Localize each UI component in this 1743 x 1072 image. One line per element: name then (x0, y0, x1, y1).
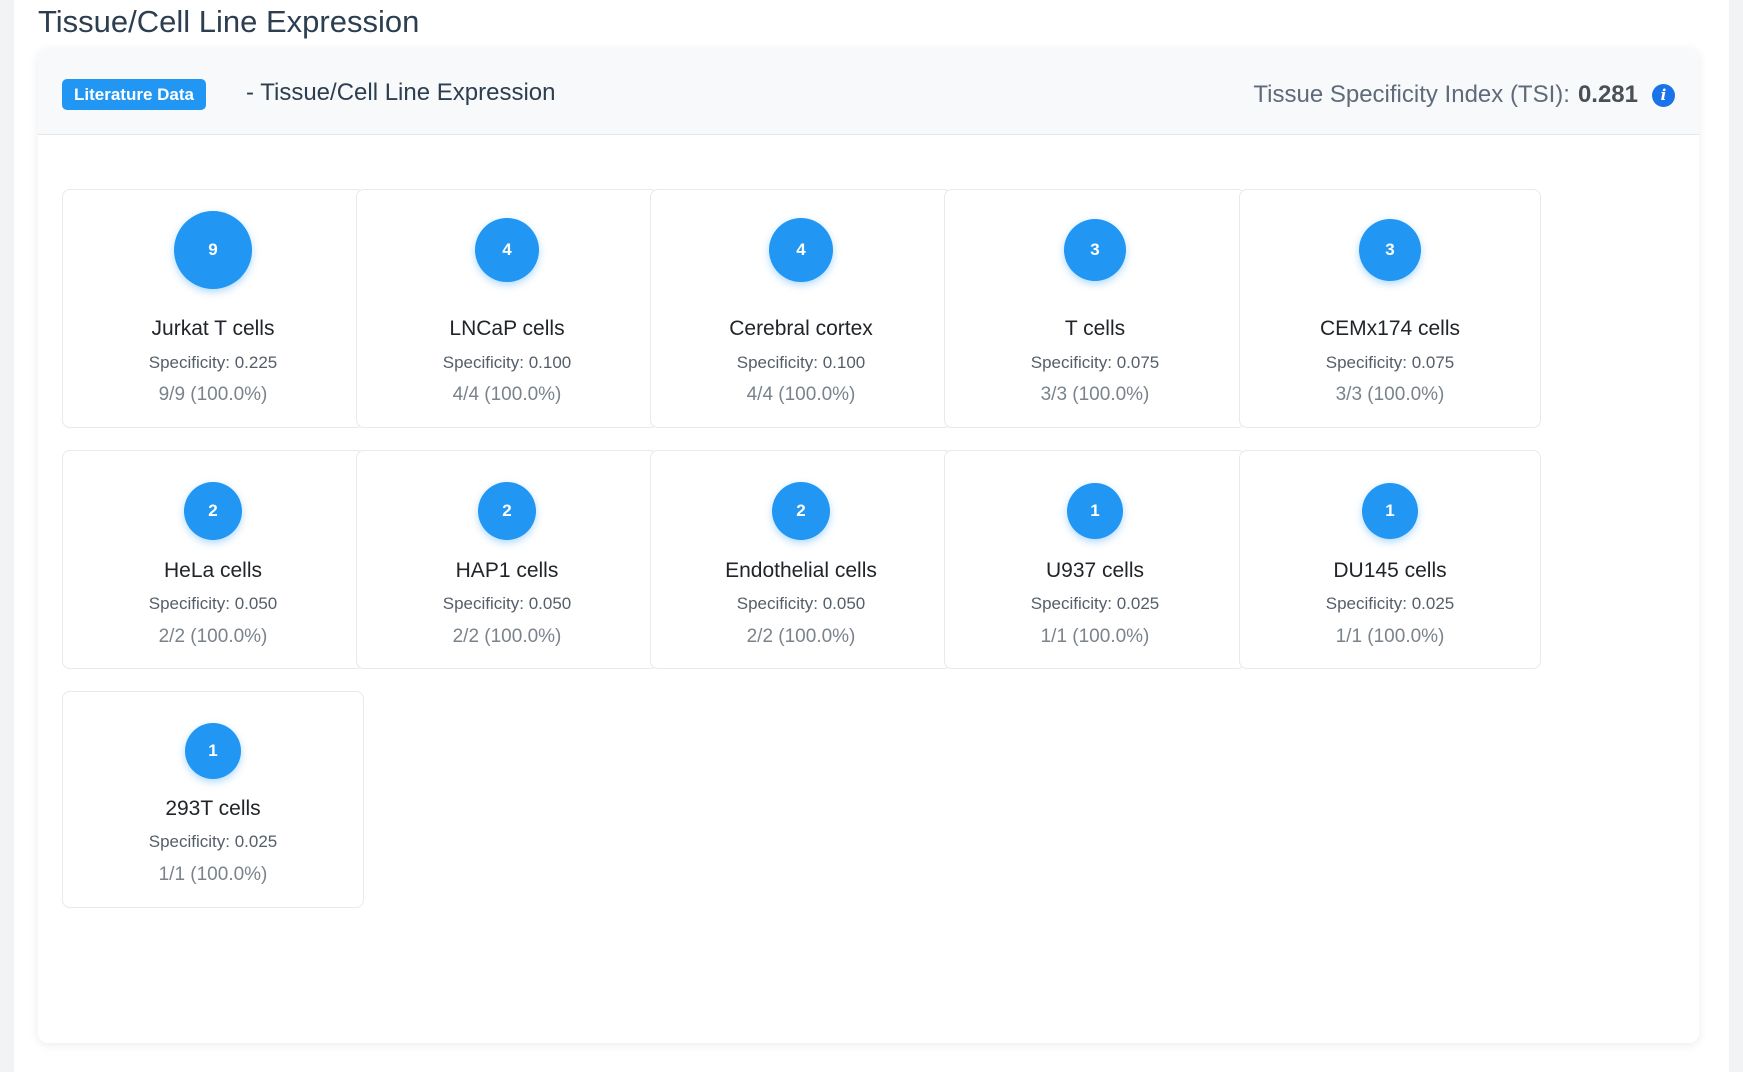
tissue-tile: 2 HeLa cells Specificity: 0.050 2/2 (100.0%… (62, 450, 364, 669)
specificity-value: Specificity: 0.025 (1325, 594, 1455, 613)
tsi-summary: Tissue Specificity Index (TSI): 0.281 i (1253, 77, 1675, 113)
tissue-tile: 4 LNCaP cells Specificity: 0.100 4/4 (100.0… (356, 189, 658, 428)
count-circle: 1 (1362, 483, 1418, 539)
count-ratio: 3/3 (100.0%) (1335, 384, 1445, 405)
tissue-tile: 3 CEMx174 cells Specificity: 0.075 3/3 (100… (1239, 189, 1541, 428)
card-header: Literature Data - Tissue/Cell Line Expre… (38, 48, 1699, 135)
page: Tissue/Cell Line Expression Literature D… (14, 0, 1729, 1072)
literature-data-badge: Literature Data (62, 79, 206, 110)
tissue-name: HeLa cells (163, 559, 263, 582)
count-ratio: 4/4 (100.0%) (746, 384, 856, 405)
count-ratio: 3/3 (100.0%) (1040, 384, 1150, 405)
specificity-value: Specificity: 0.100 (736, 353, 866, 372)
tissue-tile: 2 Endothelial cells Specificity: 0.050 2/2 … (650, 450, 952, 669)
specificity-value: Specificity: 0.050 (148, 594, 278, 613)
count-ratio: 1/1 (100.0%) (1040, 626, 1150, 647)
tissue-tile: 1 293T cells Specificity: 0.025 1/1 (100.0%… (62, 691, 364, 908)
tissue-tile: 2 HAP1 cells Specificity: 0.050 2/2 (100.0%… (356, 450, 658, 669)
expression-card: Literature Data - Tissue/Cell Line Expre… (38, 48, 1699, 1043)
tissue-name: LNCaP cells (449, 317, 565, 340)
tissue-tile: 9 Jurkat T cells Specificity: 0.225 9/9 (10… (62, 189, 364, 428)
count-circle: 1 (185, 723, 241, 779)
tissue-name: T cells (1064, 317, 1126, 340)
count-circle: 4 (475, 218, 539, 282)
specificity-value: Specificity: 0.100 (442, 353, 572, 372)
tissue-name: HAP1 cells (455, 559, 559, 582)
count-ratio: 1/1 (100.0%) (1335, 626, 1445, 647)
count-ratio: 2/2 (100.0%) (452, 626, 562, 647)
card-title: - Tissue/Cell Line Expression (246, 79, 556, 106)
count-circle: 3 (1359, 219, 1421, 281)
count-ratio: 4/4 (100.0%) (452, 384, 562, 405)
count-circle: 2 (478, 482, 536, 540)
specificity-value: Specificity: 0.075 (1325, 353, 1455, 372)
specificity-value: Specificity: 0.050 (442, 594, 572, 613)
tissue-name: Jurkat T cells (151, 317, 275, 340)
count-circle: 1 (1067, 483, 1123, 539)
tissue-name: Endothelial cells (725, 559, 877, 582)
tissue-tile: 1 U937 cells Specificity: 0.025 1/1 (100.0%… (944, 450, 1246, 669)
info-icon[interactable]: i (1652, 83, 1675, 107)
count-circle: 4 (769, 218, 833, 282)
tissue-tile: 1 DU145 cells Specificity: 0.025 1/1 (100.0… (1239, 450, 1541, 669)
tsi-label: Tissue Specificity Index (TSI): (1253, 81, 1570, 108)
count-ratio: 2/2 (100.0%) (746, 626, 856, 647)
specificity-value: Specificity: 0.025 (148, 832, 278, 851)
specificity-value: Specificity: 0.225 (148, 353, 278, 372)
specificity-value: Specificity: 0.050 (736, 594, 866, 613)
count-ratio: 2/2 (100.0%) (158, 626, 268, 647)
specificity-value: Specificity: 0.025 (1030, 594, 1160, 613)
tsi-value: 0.281 (1577, 81, 1638, 108)
tissue-tile: 4 Cerebral cortex Specificity: 0.100 4/4 (1… (650, 189, 952, 428)
tissue-tile: 3 T cells Specificity: 0.075 3/3 (100.0%) (944, 189, 1246, 428)
tissue-name: Cerebral cortex (729, 317, 873, 340)
count-circle: 2 (772, 482, 830, 540)
count-circle: 2 (184, 482, 242, 540)
count-circle: 9 (174, 211, 252, 289)
page-title: Tissue/Cell Line Expression (38, 4, 420, 39)
count-circle: 3 (1064, 219, 1126, 281)
count-ratio: 1/1 (100.0%) (158, 864, 268, 885)
tissue-name: CEMx174 cells (1319, 317, 1461, 340)
tissue-name: 293T cells (165, 797, 261, 820)
count-ratio: 9/9 (100.0%) (158, 384, 268, 405)
tissue-name: U937 cells (1045, 559, 1145, 582)
specificity-value: Specificity: 0.075 (1030, 353, 1160, 372)
tissue-name: DU145 cells (1333, 559, 1447, 582)
